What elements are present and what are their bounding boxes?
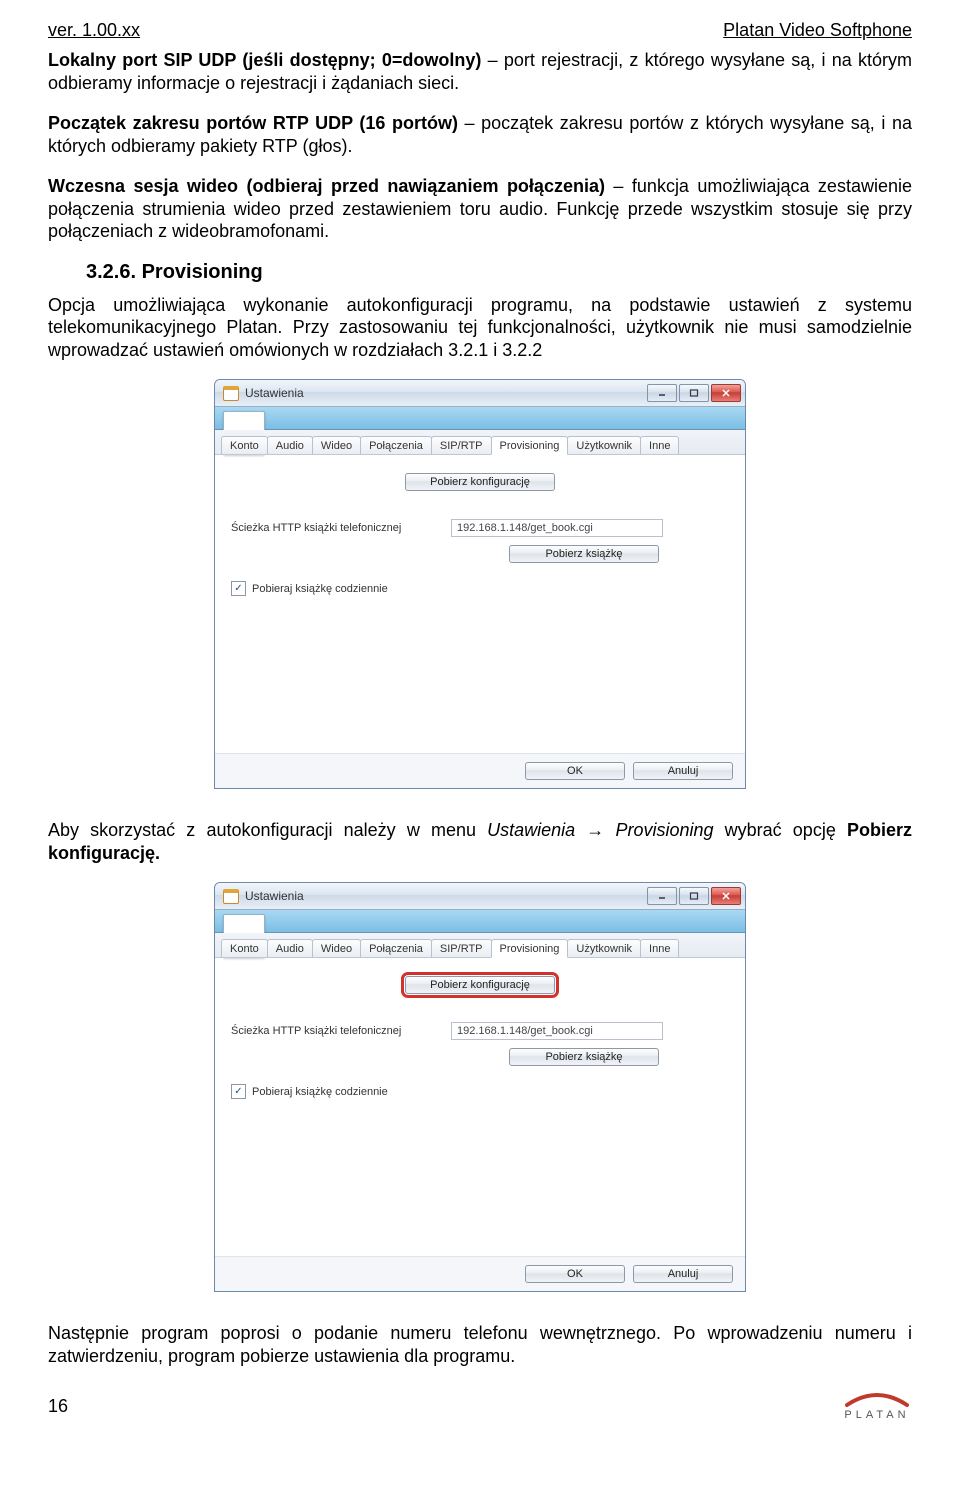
paragraph-sip: Lokalny port SIP UDP (jeśli dostępny; 0=…: [48, 49, 912, 94]
tab-provisioning[interactable]: Provisioning: [491, 436, 569, 455]
paragraph-rtp: Początek zakresu portów RTP UDP (16 port…: [48, 112, 912, 157]
phonebook-path-field[interactable]: 192.168.1.148/get_book.cgi: [451, 519, 663, 537]
p5-arrow: →: [575, 820, 615, 840]
minimize-button[interactable]: [647, 384, 677, 402]
p5a: Aby skorzystać z autokonfiguracji należy…: [48, 820, 487, 840]
daily-checkbox-label: Pobieraj książkę codziennie: [252, 1086, 388, 1098]
minimize-button[interactable]: [647, 887, 677, 905]
platan-logo: PLATAN: [842, 1391, 912, 1421]
para1-bold: Lokalny port SIP UDP (jeśli dostępny; 0=…: [48, 50, 481, 70]
tab-audio[interactable]: Audio: [267, 436, 313, 454]
tab-polaczenia[interactable]: Połączenia: [360, 939, 432, 957]
titlebar: Ustawienia: [215, 380, 745, 407]
phonebook-path-field[interactable]: 192.168.1.148/get_book.cgi: [451, 1022, 663, 1040]
close-button[interactable]: [711, 887, 741, 905]
maximize-button[interactable]: [679, 384, 709, 402]
section-heading: 3.2.6. Provisioning: [86, 261, 912, 284]
get-book-button[interactable]: Pobierz książkę: [509, 1048, 659, 1066]
background-strip: [215, 407, 745, 430]
tab-inne[interactable]: Inne: [640, 939, 679, 957]
paragraph-video: Wczesna sesja wideo (odbieraj przed nawi…: [48, 175, 912, 243]
tab-wideo[interactable]: Wideo: [312, 939, 361, 957]
background-strip: [215, 910, 745, 933]
tab-siprtp[interactable]: SIP/RTP: [431, 436, 492, 454]
tab-siprtp[interactable]: SIP/RTP: [431, 939, 492, 957]
product-text: Platan Video Softphone: [723, 20, 912, 41]
paragraph-instruction: Aby skorzystać z autokonfiguracji należy…: [48, 819, 912, 864]
tab-uzytkownik[interactable]: Użytkownik: [567, 939, 641, 957]
tab-konto[interactable]: Konto: [221, 939, 268, 957]
get-config-button-highlighted[interactable]: Pobierz konfigurację: [405, 976, 555, 994]
ok-button[interactable]: OK: [525, 762, 625, 780]
version-text: ver. 1.00.xx: [48, 20, 140, 41]
tab-bar-2: Konto Audio Wideo Połączenia SIP/RTP Pro…: [215, 933, 745, 958]
page-number: 16: [48, 1396, 68, 1417]
close-button[interactable]: [711, 384, 741, 402]
daily-checkbox[interactable]: ✓: [231, 581, 246, 596]
get-book-button[interactable]: Pobierz książkę: [509, 545, 659, 563]
maximize-button[interactable]: [679, 887, 709, 905]
app-icon: [223, 889, 239, 904]
get-config-button[interactable]: Pobierz konfigurację: [405, 473, 555, 491]
daily-checkbox-label: Pobieraj książkę codziennie: [252, 583, 388, 595]
phonebook-path-label: Ścieżka HTTP książki telefonicznej: [231, 522, 451, 534]
cancel-button[interactable]: Anuluj: [633, 1265, 733, 1283]
ok-button[interactable]: OK: [525, 1265, 625, 1283]
tab-polaczenia[interactable]: Połączenia: [360, 436, 432, 454]
settings-window-2: Ustawienia Konto Audio Wideo Połączenia …: [214, 882, 746, 1292]
cancel-button[interactable]: Anuluj: [633, 762, 733, 780]
tab-audio[interactable]: Audio: [267, 939, 313, 957]
p5-i1: Ustawienia: [487, 820, 575, 840]
window-title-2: Ustawienia: [245, 889, 647, 903]
tab-provisioning[interactable]: Provisioning: [491, 939, 569, 958]
p5b: wybrać opcję: [714, 820, 847, 840]
app-icon: [223, 386, 239, 401]
para3-bold: Wczesna sesja wideo (odbieraj przed nawi…: [48, 176, 605, 196]
tab-bar: Konto Audio Wideo Połączenia SIP/RTP Pro…: [215, 430, 745, 455]
phonebook-path-label: Ścieżka HTTP książki telefonicznej: [231, 1025, 451, 1037]
settings-window-1: Ustawienia Konto Audio Wideo Połączenia …: [214, 379, 746, 789]
tab-inne[interactable]: Inne: [640, 436, 679, 454]
paragraph-next-step: Następnie program poprosi o podanie nume…: [48, 1322, 912, 1367]
daily-checkbox[interactable]: ✓: [231, 1084, 246, 1099]
para2-bold: Początek zakresu portów RTP UDP (16 port…: [48, 113, 458, 133]
paragraph-provisioning: Opcja umożliwiająca wykonanie autokonfig…: [48, 294, 912, 362]
window-title: Ustawienia: [245, 386, 647, 400]
p5-i2: Provisioning: [615, 820, 713, 840]
logo-text: PLATAN: [844, 1409, 909, 1421]
titlebar-2: Ustawienia: [215, 883, 745, 910]
tab-konto[interactable]: Konto: [221, 436, 268, 454]
tab-wideo[interactable]: Wideo: [312, 436, 361, 454]
tab-uzytkownik[interactable]: Użytkownik: [567, 436, 641, 454]
